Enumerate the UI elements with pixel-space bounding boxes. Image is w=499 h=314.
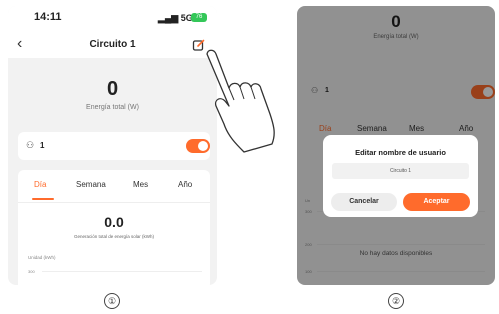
chart-unit-label: Unidad (kWh) xyxy=(28,255,56,260)
axis-tick: 300 xyxy=(28,269,35,274)
tab-week[interactable]: Semana xyxy=(76,180,106,189)
accept-button[interactable]: Aceptar xyxy=(403,193,470,211)
tab-day[interactable]: Día xyxy=(34,180,46,189)
device-icon: ⚇ xyxy=(26,140,35,150)
tab-year[interactable]: Año xyxy=(178,180,192,189)
phone-screen-1: 14:11 ▂▄▆ 5G 76 ‹ Circuito 1 0 Energía t… xyxy=(8,6,217,285)
rename-dialog: Editar nombre de usuario Circuito 1 Canc… xyxy=(323,135,478,217)
status-time: 14:11 xyxy=(34,11,62,23)
active-tab-indicator xyxy=(32,198,54,200)
hand-pointer-icon xyxy=(206,49,275,153)
dialog-title: Editar nombre de usuario xyxy=(355,148,446,157)
divider xyxy=(18,202,210,203)
step-marker-1: ① xyxy=(104,293,120,309)
stats-card: Día Semana Mes Año 0.0 Generación total … xyxy=(18,170,210,285)
cancel-button[interactable]: Cancelar xyxy=(331,193,397,211)
period-tabs: Día Semana Mes Año xyxy=(18,180,210,194)
device-name: 1 xyxy=(40,141,45,150)
tab-month[interactable]: Mes xyxy=(133,180,148,189)
battery-icon: 76 xyxy=(191,13,207,22)
device-card: ⚇ 1 xyxy=(18,132,210,160)
status-bar: 14:11 ▂▄▆ 5G 76 xyxy=(8,6,217,32)
total-energy-value: 0 xyxy=(106,78,119,100)
solar-generation-value: 0.0 xyxy=(104,214,124,230)
signal-indicator: ▂▄▆ 5G xyxy=(158,13,193,23)
step-marker-2: ② xyxy=(388,293,404,309)
nav-bar: ‹ Circuito 1 xyxy=(8,32,217,58)
solar-generation-label: Generación total de energía solar (kWh) xyxy=(73,234,155,239)
name-input[interactable]: Circuito 1 xyxy=(332,163,469,179)
grid-line xyxy=(42,271,202,272)
total-energy-label: Energía total (W) xyxy=(86,104,139,111)
page-title: Circuito 1 xyxy=(89,39,136,50)
